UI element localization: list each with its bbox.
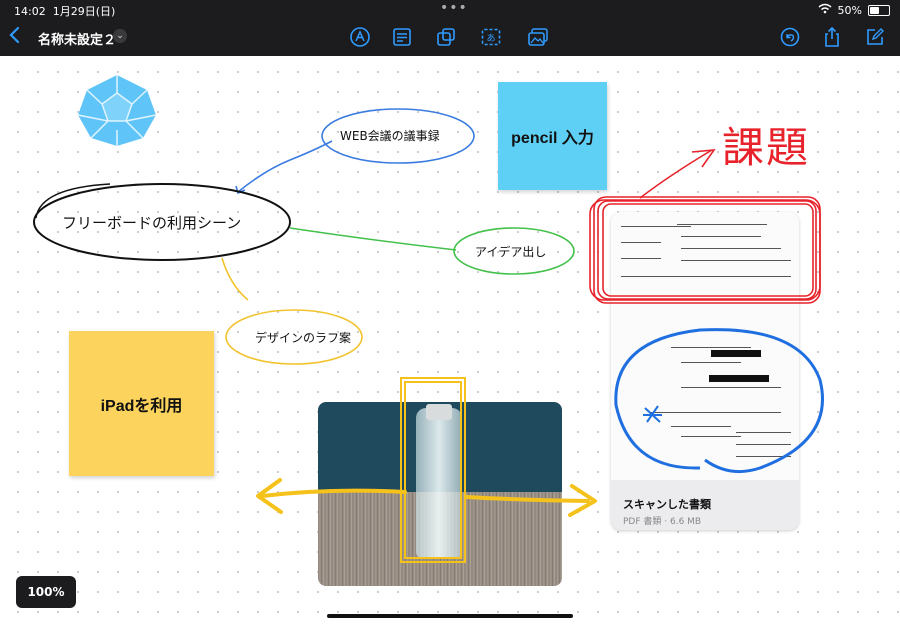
title-menu-chevron-icon[interactable]: ⌄ bbox=[113, 29, 127, 43]
document-name: スキャンした書類 bbox=[623, 498, 711, 511]
document-meta: PDF 書類 · 6.6 MB bbox=[623, 517, 702, 527]
sticky-note-pencil-text: pencil 入力 bbox=[511, 130, 594, 147]
photo-bottle bbox=[416, 408, 462, 558]
status-time: 14:02 1月29日(日) bbox=[14, 5, 116, 18]
media-icon[interactable] bbox=[527, 26, 549, 48]
document-page bbox=[611, 212, 799, 480]
home-indicator bbox=[327, 614, 573, 618]
battery-percent: 50% bbox=[837, 3, 862, 17]
sticky-note-ipad[interactable]: iPadを利用 bbox=[69, 331, 214, 476]
status-right: 50% bbox=[818, 3, 890, 17]
bottle-photo[interactable] bbox=[318, 402, 562, 586]
photo-bottle-cap bbox=[426, 404, 452, 420]
shapes-icon[interactable] bbox=[435, 26, 457, 48]
share-icon[interactable] bbox=[821, 26, 843, 48]
back-chevron-icon[interactable] bbox=[8, 24, 22, 52]
undo-icon[interactable] bbox=[779, 26, 801, 48]
sticky-note-pencil[interactable]: pencil 入力 bbox=[498, 82, 607, 190]
pen-tool-icon[interactable] bbox=[349, 26, 371, 48]
board-title[interactable]: 名称未設定２ bbox=[38, 29, 116, 48]
new-board-icon[interactable] bbox=[864, 26, 886, 48]
main-topic-text[interactable]: フリーボードの利用シーン bbox=[62, 212, 241, 233]
handwritten-kadai-text[interactable]: 課題 bbox=[722, 114, 810, 175]
wifi-icon bbox=[818, 3, 832, 17]
bubble-design-text[interactable]: デザインのラフ案 bbox=[255, 329, 351, 346]
toolbar: 14:02 1月29日(日) ••• 50% 名称未設定２ ⌄ あ bbox=[0, 0, 900, 56]
bubble-web-text[interactable]: WEB会議の議事録 bbox=[340, 127, 440, 144]
battery-icon bbox=[868, 4, 890, 16]
zoom-level-button[interactable]: 100% bbox=[16, 576, 76, 608]
svg-text:あ: あ bbox=[486, 33, 495, 44]
multitasking-dots[interactable]: ••• bbox=[440, 0, 468, 16]
sticky-note-icon[interactable] bbox=[391, 26, 413, 48]
scanned-document-card[interactable]: スキャンした書類 PDF 書類 · 6.6 MB bbox=[611, 212, 799, 530]
bubble-idea-text[interactable]: アイデア出し bbox=[475, 243, 546, 260]
text-box-icon[interactable]: あ bbox=[480, 26, 502, 48]
sticky-note-ipad-text: iPadを利用 bbox=[100, 397, 183, 415]
